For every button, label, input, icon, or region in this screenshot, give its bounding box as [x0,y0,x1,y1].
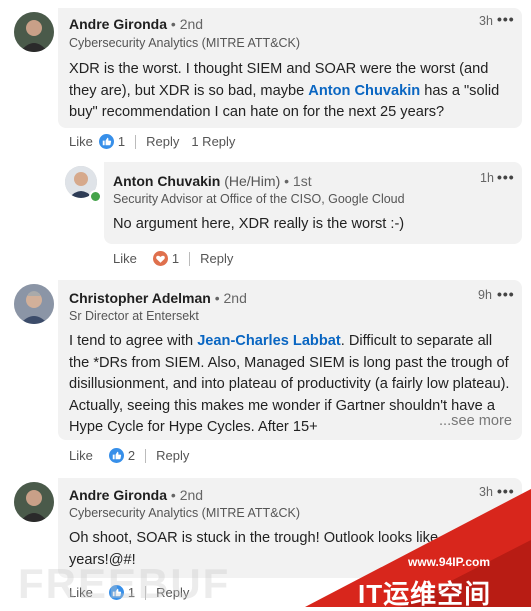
author-name[interactable]: Andre Gironda [69,487,167,503]
reaction-count[interactable]: 2 [108,448,135,463]
avatar[interactable] [14,12,54,52]
timestamp: 3h [479,485,493,499]
comment-actions: Like 1 Reply [113,251,233,266]
comment-author-line: Andre Gironda • 2nd [69,487,203,503]
ellipsis-icon[interactable]: ••• [497,169,515,185]
connection-degree: • 2nd [170,16,204,32]
reply-button[interactable]: Reply [156,448,189,463]
author-headline: Cybersecurity Analytics (MITRE ATT&CK) [69,36,301,50]
like-button[interactable]: Like [69,134,93,149]
author-name[interactable]: Anton Chuvakin [113,173,220,189]
reaction-count[interactable]: 1 [152,251,179,266]
replies-count[interactable]: 1 Reply [191,134,235,149]
reply-button[interactable]: Reply [146,134,179,149]
online-status-icon [89,190,102,203]
connection-degree: • 2nd [170,487,204,503]
ellipsis-icon[interactable]: ••• [497,286,515,302]
author-headline: Security Advisor at Office of the CISO, … [113,192,405,206]
timestamp: 3h [479,14,493,28]
love-reaction-icon [152,251,168,266]
author-name[interactable]: Andre Gironda [69,16,167,32]
comment-actions: Like 1 Reply 1 Reply [69,134,235,149]
timestamp: 1h [480,171,494,185]
watermark-url: www.94IP.com [408,555,491,569]
comment-author-line: Anton Chuvakin (He/Him) • 1st [113,173,312,189]
comment-actions: Like 2 Reply [69,448,189,463]
author-headline: Sr Director at Entersekt [69,309,199,323]
author-name[interactable]: Christopher Adelman [69,290,211,306]
divider [189,251,191,266]
freebuf-watermark: FREEBUF [18,560,231,607]
ellipsis-icon[interactable]: ••• [497,483,515,499]
reply-button[interactable]: Reply [200,251,233,266]
see-more-link[interactable]: ...see more [435,413,512,429]
mention-link[interactable]: Anton Chuvakin [308,83,420,99]
avatar[interactable] [14,482,54,522]
divider [145,448,147,463]
comment-body: No argument here, XDR really is the wors… [113,216,405,232]
divider [135,134,137,149]
like-button[interactable]: Like [69,448,93,463]
connection-degree: • 2nd [214,290,247,306]
ellipsis-icon[interactable]: ••• [497,11,515,27]
comment-author-line: Andre Gironda • 2nd [69,16,203,32]
divider [179,135,187,149]
author-headline: Cybersecurity Analytics (MITRE ATT&CK) [69,506,301,520]
connection-degree: • 1st [284,173,312,189]
mention-link[interactable]: Jean-Charles Labbat [197,333,341,349]
author-pronouns: (He/Him) [224,173,281,189]
avatar[interactable] [14,284,54,324]
like-button[interactable]: Like [113,251,137,266]
watermark-brand: IT运维空间 [358,579,492,609]
reaction-count[interactable]: 1 [98,134,125,149]
like-reaction-icon [98,134,114,149]
comment-author-line: Christopher Adelman • 2nd [69,290,247,306]
comment-body: XDR is the worst. I thought SIEM and SOA… [69,61,500,120]
like-reaction-icon [108,448,124,463]
timestamp: 9h [478,288,492,302]
